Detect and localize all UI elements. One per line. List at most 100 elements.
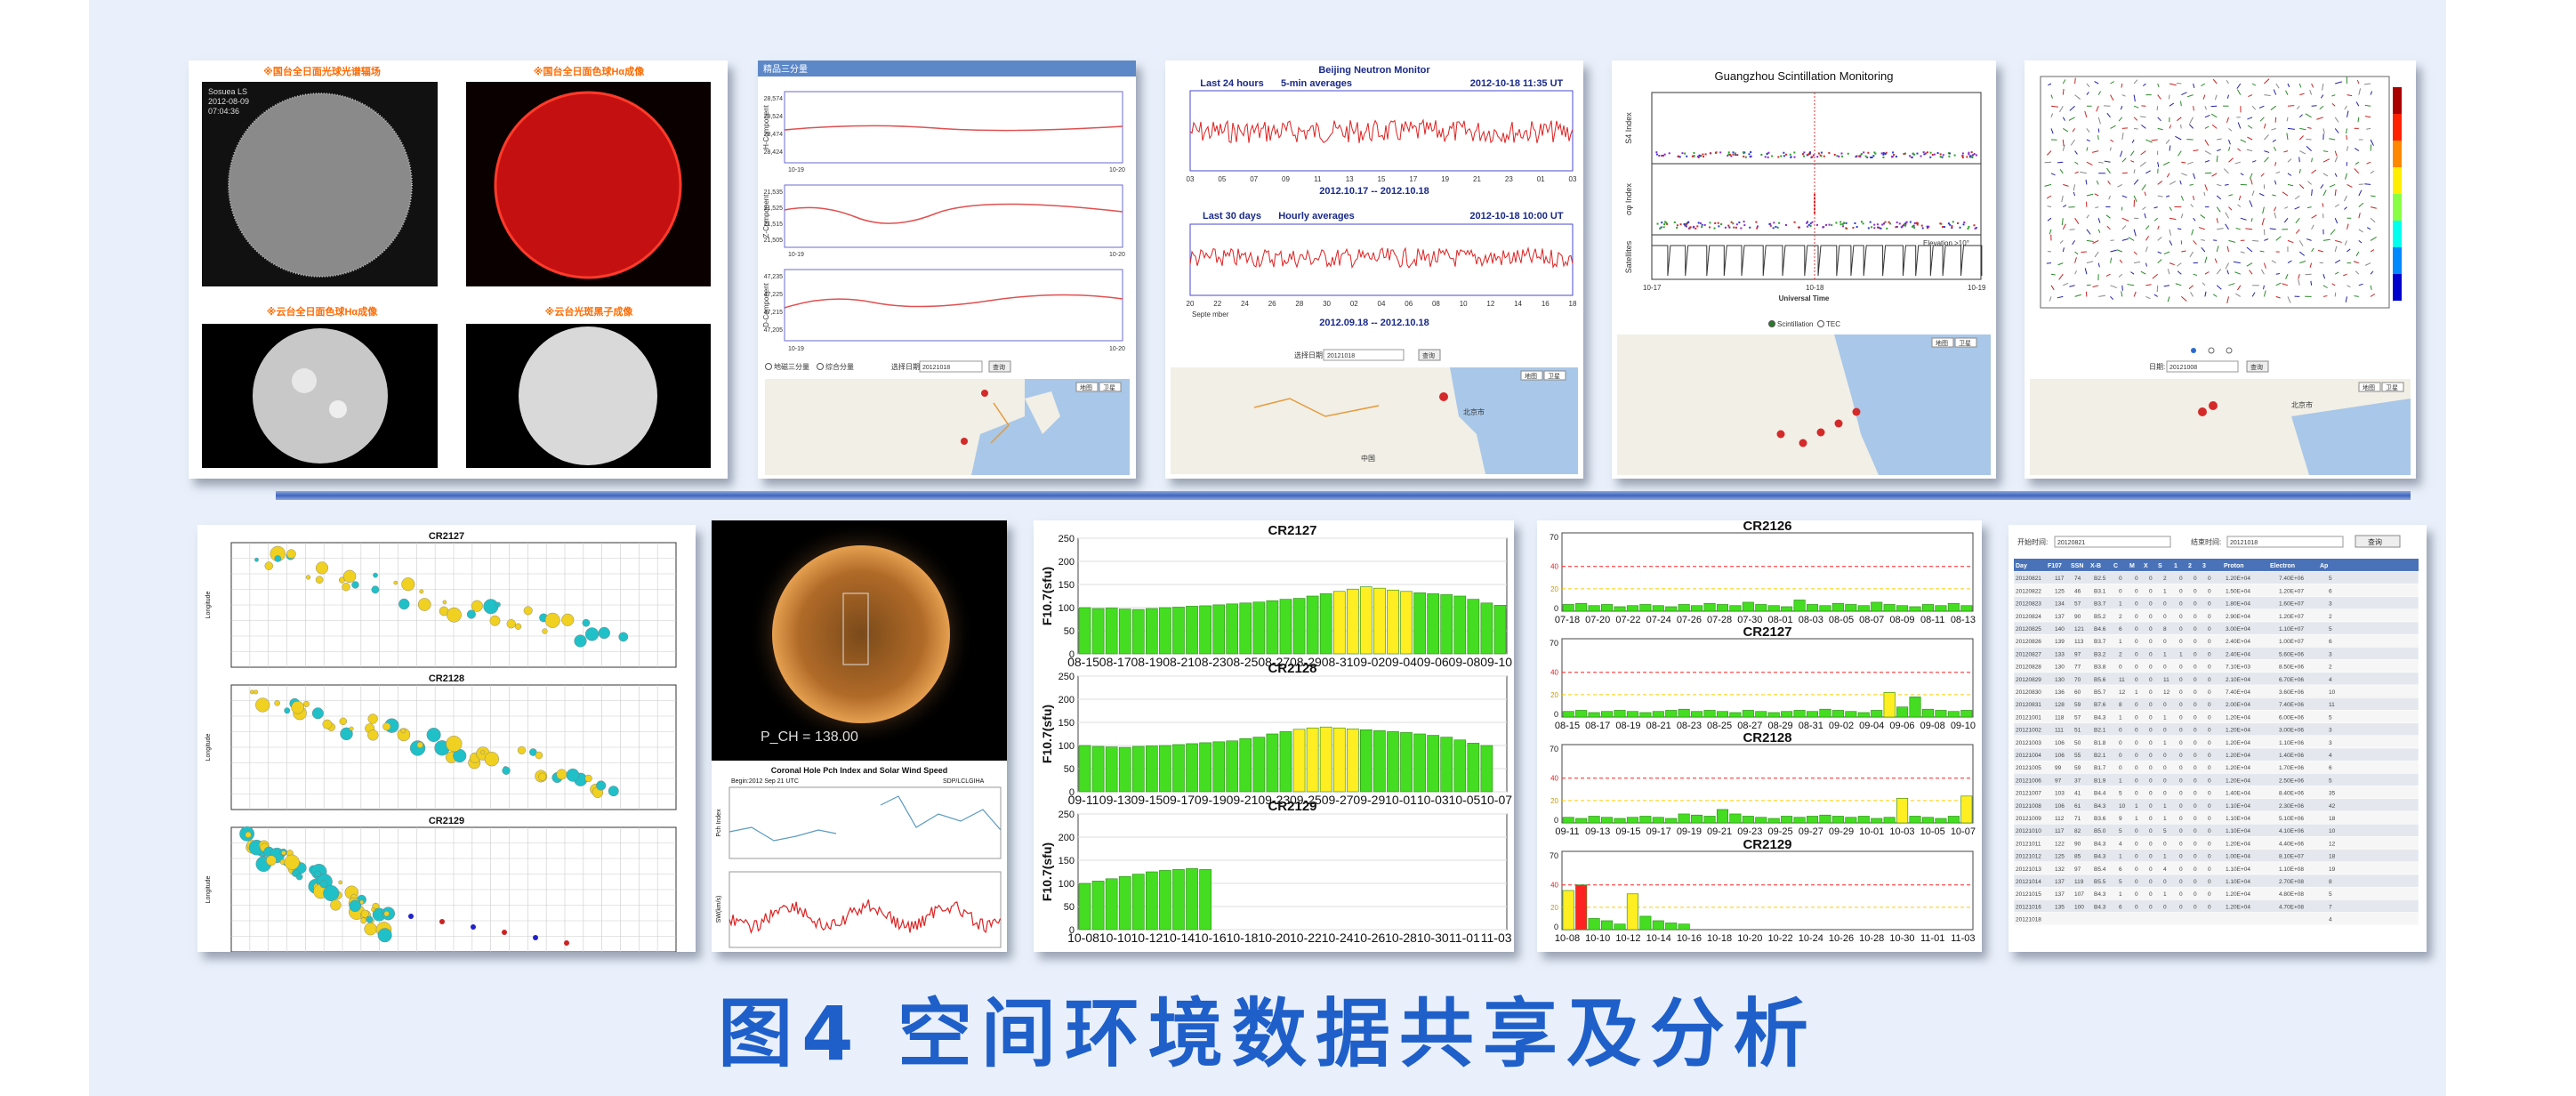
table-cell: 20121018 — [2016, 917, 2041, 923]
table-cell: 20120821 — [2016, 576, 2041, 582]
bubble — [349, 899, 361, 913]
sigma-point — [1809, 222, 1812, 225]
map-pin[interactable] — [2209, 401, 2218, 410]
table-cell: 0 — [2149, 778, 2153, 784]
s4-point — [1767, 151, 1770, 154]
sigma-point — [1727, 224, 1730, 227]
table-cell: 0 — [2194, 904, 2197, 910]
ap-bar — [1857, 605, 1870, 612]
bubble — [314, 870, 321, 878]
mag-radio-1[interactable] — [765, 363, 772, 370]
table-cell: B5.0 — [2094, 828, 2106, 834]
s4-point — [1970, 151, 1973, 154]
ap-x-tick: 09-11 — [1555, 826, 1579, 837]
sigma-point — [1776, 226, 1779, 229]
table-cell: 0 — [2179, 904, 2183, 910]
sigma-point — [1730, 221, 1733, 223]
f107-y-tick: 250 — [1059, 810, 1075, 820]
f107-bar — [1427, 735, 1439, 793]
s4-point — [1793, 151, 1796, 154]
table-cell: 0 — [2208, 588, 2211, 594]
magnetometer-svg: 精品三分量 H-Component 28,574 28,524 28,474 2… — [758, 60, 1136, 475]
sigma-point — [1928, 225, 1930, 228]
table-cell: 1.20E+04 — [2226, 728, 2250, 734]
map-pin[interactable] — [1816, 428, 1825, 437]
table-cell: B3.7 — [2094, 639, 2106, 645]
ap-bar — [1807, 604, 1819, 612]
ap-bar — [1691, 605, 1703, 612]
f107-bar — [1091, 745, 1105, 793]
mag-chart-z: Z-Component 21,535 21,525 21,515 21,505 … — [762, 184, 1125, 258]
bubble-ylabel: Longitude — [205, 876, 212, 904]
table-cell: 0 — [2179, 601, 2183, 608]
map-pin[interactable] — [1834, 419, 1843, 428]
map-pin[interactable] — [981, 390, 988, 397]
f107-x-tick: 08-21 — [1163, 655, 1195, 669]
ap-x-tick: 09-17 — [1646, 826, 1671, 837]
table-cell: B2.1 — [2094, 753, 2106, 759]
scint-radio-1[interactable] — [1768, 320, 1775, 327]
bubble — [360, 917, 367, 924]
map-pin[interactable] — [2198, 407, 2207, 416]
f107-x-tick: 10-20 — [1258, 931, 1290, 945]
scint-radio-2[interactable] — [1817, 320, 1824, 327]
ap-bar — [1716, 809, 1728, 824]
map-pin[interactable] — [1776, 430, 1785, 439]
f107-bar — [1332, 591, 1346, 655]
wind-arrow — [2046, 262, 2052, 264]
s4-point — [1961, 155, 1964, 157]
wind-radio-1[interactable] — [2191, 348, 2196, 353]
ap-x-tick: 11-01 — [1920, 933, 1944, 944]
f107-x-tick: 10-28 — [1385, 931, 1417, 945]
svg-text:10-19: 10-19 — [788, 167, 804, 173]
f107-bar — [1186, 868, 1198, 931]
table-cell: 0 — [2179, 665, 2183, 671]
s4-point — [1922, 151, 1925, 154]
mag-map[interactable]: 地图 卫星 — [765, 379, 1130, 475]
map-pin[interactable] — [1439, 392, 1448, 401]
svg-text:21,515: 21,515 — [764, 222, 784, 228]
bubble — [582, 618, 591, 627]
f107-bar — [1078, 882, 1091, 931]
s4-point — [1855, 156, 1857, 158]
bubble — [284, 707, 291, 714]
table-cell: 3.60E+06 — [2279, 689, 2304, 696]
s4-point — [1764, 156, 1767, 158]
ap-bar — [1614, 818, 1626, 824]
table-cell: 20121009 — [2016, 816, 2041, 822]
ap-x-tick: 09-13 — [1585, 826, 1610, 837]
ap-bar — [1626, 893, 1638, 931]
table-cell: B2.1 — [2094, 728, 2106, 734]
svg-text:2012.10.17 -- 2012.10.18: 2012.10.17 -- 2012.10.18 — [1319, 186, 1429, 197]
bubble — [274, 700, 280, 706]
table-cell: 1 — [2135, 689, 2138, 696]
table-cell: 0 — [2135, 601, 2138, 608]
table-cell: 2.00E+04 — [2226, 702, 2250, 708]
f107-bar — [1480, 602, 1493, 655]
table-cell: 8.40E+06 — [2279, 791, 2304, 797]
neutron-x-tick: 05 — [1218, 175, 1226, 183]
map-pin[interactable] — [1799, 439, 1807, 447]
table-cell: 0 — [2179, 702, 2183, 708]
ap-x-tick: 11-03 — [1951, 933, 1975, 944]
sigma-point — [1717, 222, 1719, 224]
table-cell: 0 — [2194, 803, 2197, 810]
svg-text:21,505: 21,505 — [764, 238, 784, 244]
wind-radio-2[interactable] — [2208, 347, 2215, 354]
wind-map[interactable]: 北京市 地图 卫星 — [2030, 379, 2411, 475]
s4-point — [1743, 155, 1745, 157]
ap-x-tick: 10-01 — [1859, 826, 1884, 837]
table-cell: 0 — [2208, 665, 2211, 671]
map-pin[interactable] — [1852, 407, 1861, 416]
table-cell: 137 — [2055, 614, 2065, 620]
neutron-map[interactable]: 北京市 中国 地图 卫星 — [1171, 367, 1578, 474]
svg-text:H-Component: H-Component — [762, 104, 770, 149]
mag-radio-2[interactable] — [817, 363, 824, 370]
scint-map[interactable]: 地图 卫星 — [1617, 334, 1991, 475]
wind-radio-3[interactable] — [2226, 347, 2233, 354]
s4-point — [1916, 152, 1919, 155]
map-pin[interactable] — [961, 438, 968, 445]
sigma-point — [1880, 227, 1882, 230]
bubble — [514, 623, 522, 630]
ap-x-tick: 10-05 — [1920, 826, 1945, 837]
